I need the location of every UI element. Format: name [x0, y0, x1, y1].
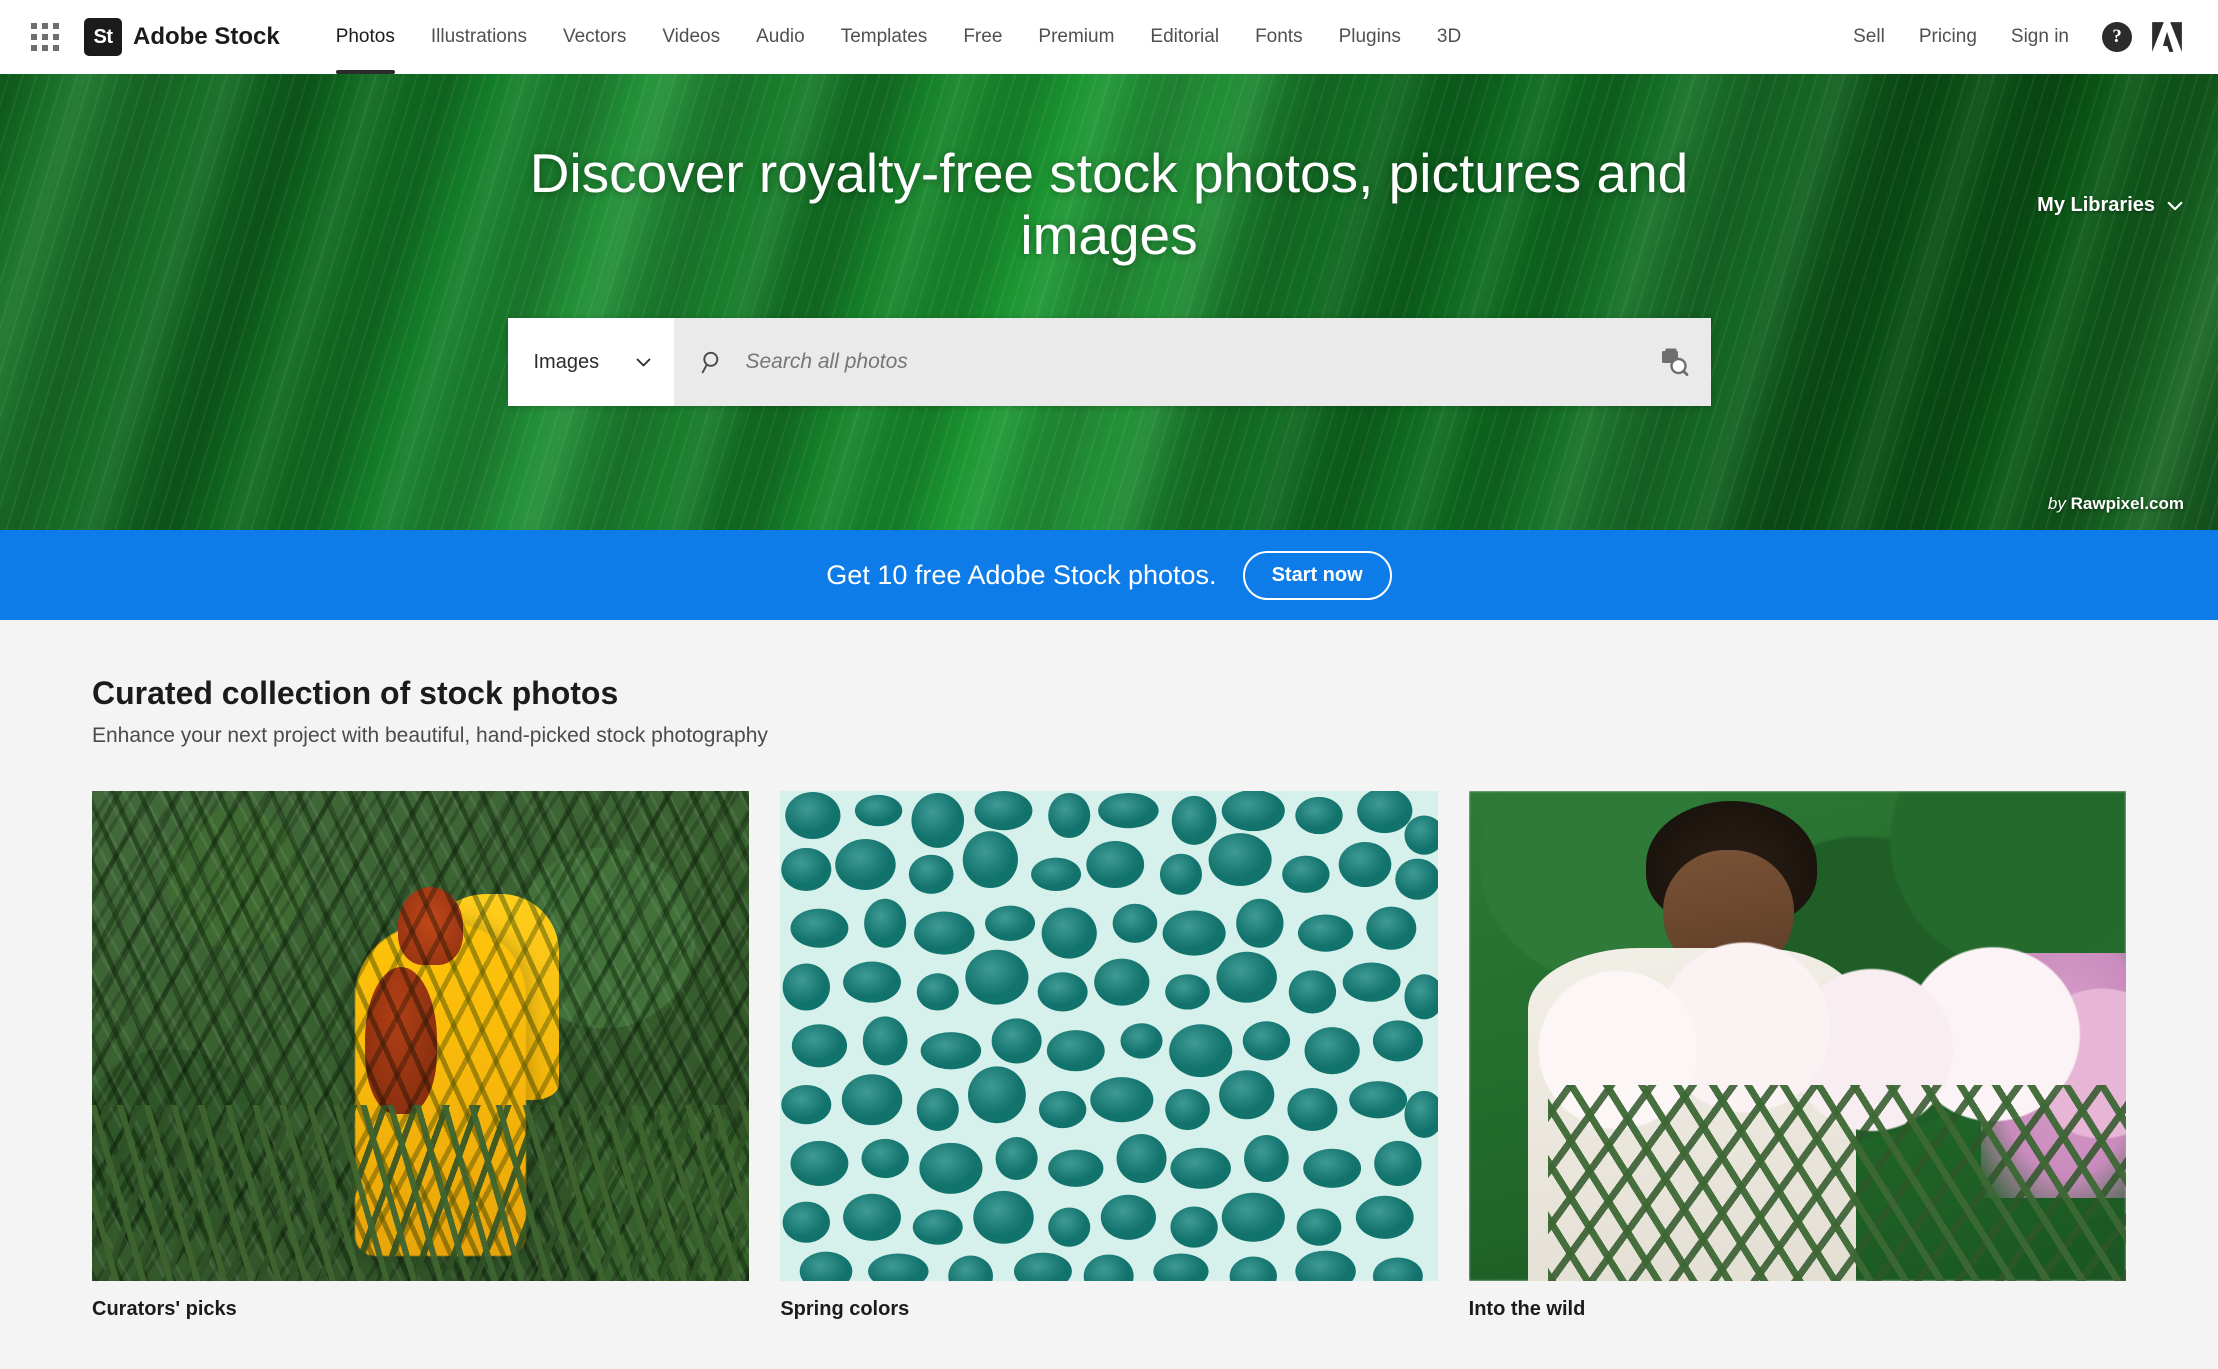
photo-credit-name: Rawpixel.com	[2070, 494, 2184, 513]
chevron-down-icon	[2167, 201, 2183, 210]
main-content: Curated collection of stock photos Enhan…	[0, 620, 2218, 1321]
search-type-value: Images	[533, 350, 600, 373]
search-icon	[701, 352, 718, 374]
nav-item-audio[interactable]: Audio	[738, 0, 823, 74]
promo-banner: Get 10 free Adobe Stock photos. Start no…	[0, 530, 2218, 620]
collection-card[interactable]: Curators' picks	[92, 791, 750, 1321]
search-input[interactable]	[745, 350, 1639, 375]
nav-item-vectors[interactable]: Vectors	[545, 0, 644, 74]
photo-credit-prefix: by	[2047, 494, 2066, 513]
nav-item-illustrations[interactable]: Illustrations	[413, 0, 545, 74]
cell-pattern-art	[780, 791, 1438, 1281]
start-now-button[interactable]: Start now	[1242, 550, 1392, 600]
nav-item-free[interactable]: Free	[945, 0, 1020, 74]
card-label: Into the wild	[1468, 1298, 1586, 1320]
main-nav: Photos Illustrations Vectors Videos Audi…	[318, 0, 1480, 74]
nav-item-plugins[interactable]: Plugins	[1321, 0, 1419, 74]
hero-title: Discover royalty-free stock photos, pict…	[529, 142, 1689, 267]
app-grid-icon[interactable]	[28, 20, 62, 54]
nav-item-3d[interactable]: 3D	[1419, 0, 1479, 74]
nav-item-videos[interactable]: Videos	[644, 0, 738, 74]
brand-logo[interactable]: St Adobe Stock	[84, 18, 280, 56]
collection-card[interactable]: Spring colors	[780, 791, 1438, 1321]
help-icon[interactable]: ?	[2102, 22, 2132, 52]
search-bar: Images	[507, 318, 1711, 407]
nav-item-premium[interactable]: Premium	[1020, 0, 1132, 74]
collection-card[interactable]: Into the wild	[1468, 791, 2126, 1321]
top-header: St Adobe Stock Photos Illustrations Vect…	[0, 0, 2218, 74]
sell-link[interactable]: Sell	[1836, 26, 1902, 48]
card-label: Spring colors	[780, 1298, 910, 1320]
adobe-logo-icon[interactable]	[2150, 21, 2184, 53]
nav-item-editorial[interactable]: Editorial	[1132, 0, 1237, 74]
promo-text: Get 10 free Adobe Stock photos.	[826, 559, 1217, 590]
brand-name: Adobe Stock	[133, 23, 280, 50]
pricing-link[interactable]: Pricing	[1902, 26, 1994, 48]
nav-item-photos[interactable]: Photos	[318, 0, 413, 74]
adobe-stock-mark-icon: St	[84, 18, 122, 56]
visual-search-icon[interactable]	[1659, 347, 1689, 377]
photo-credit: by Rawpixel.com	[2048, 494, 2184, 514]
sign-in-link[interactable]: Sign in	[1994, 26, 2086, 48]
hero-section: My Libraries Discover royalty-free stock…	[0, 74, 2218, 530]
search-type-dropdown[interactable]: Images	[507, 318, 674, 407]
card-thumbnail-curators-picks[interactable]	[92, 791, 750, 1281]
nav-item-fonts[interactable]: Fonts	[1237, 0, 1321, 74]
search-field-container	[673, 318, 1711, 407]
collection-card-grid: Curators' picks Spring colors Into the w…	[92, 791, 2126, 1321]
my-libraries-button[interactable]: My Libraries	[2037, 194, 2184, 217]
chevron-down-icon	[636, 358, 650, 367]
card-thumbnail-into-the-wild[interactable]	[1468, 791, 2126, 1281]
header-right-actions: Sell Pricing Sign in ?	[1836, 21, 2184, 53]
my-libraries-label: My Libraries	[2037, 194, 2155, 216]
card-label: Curators' picks	[92, 1298, 237, 1320]
nav-item-templates[interactable]: Templates	[823, 0, 946, 74]
card-thumbnail-spring-colors[interactable]	[780, 791, 1438, 1281]
section-title: Curated collection of stock photos	[92, 675, 619, 711]
section-subtitle: Enhance your next project with beautiful…	[92, 724, 768, 747]
